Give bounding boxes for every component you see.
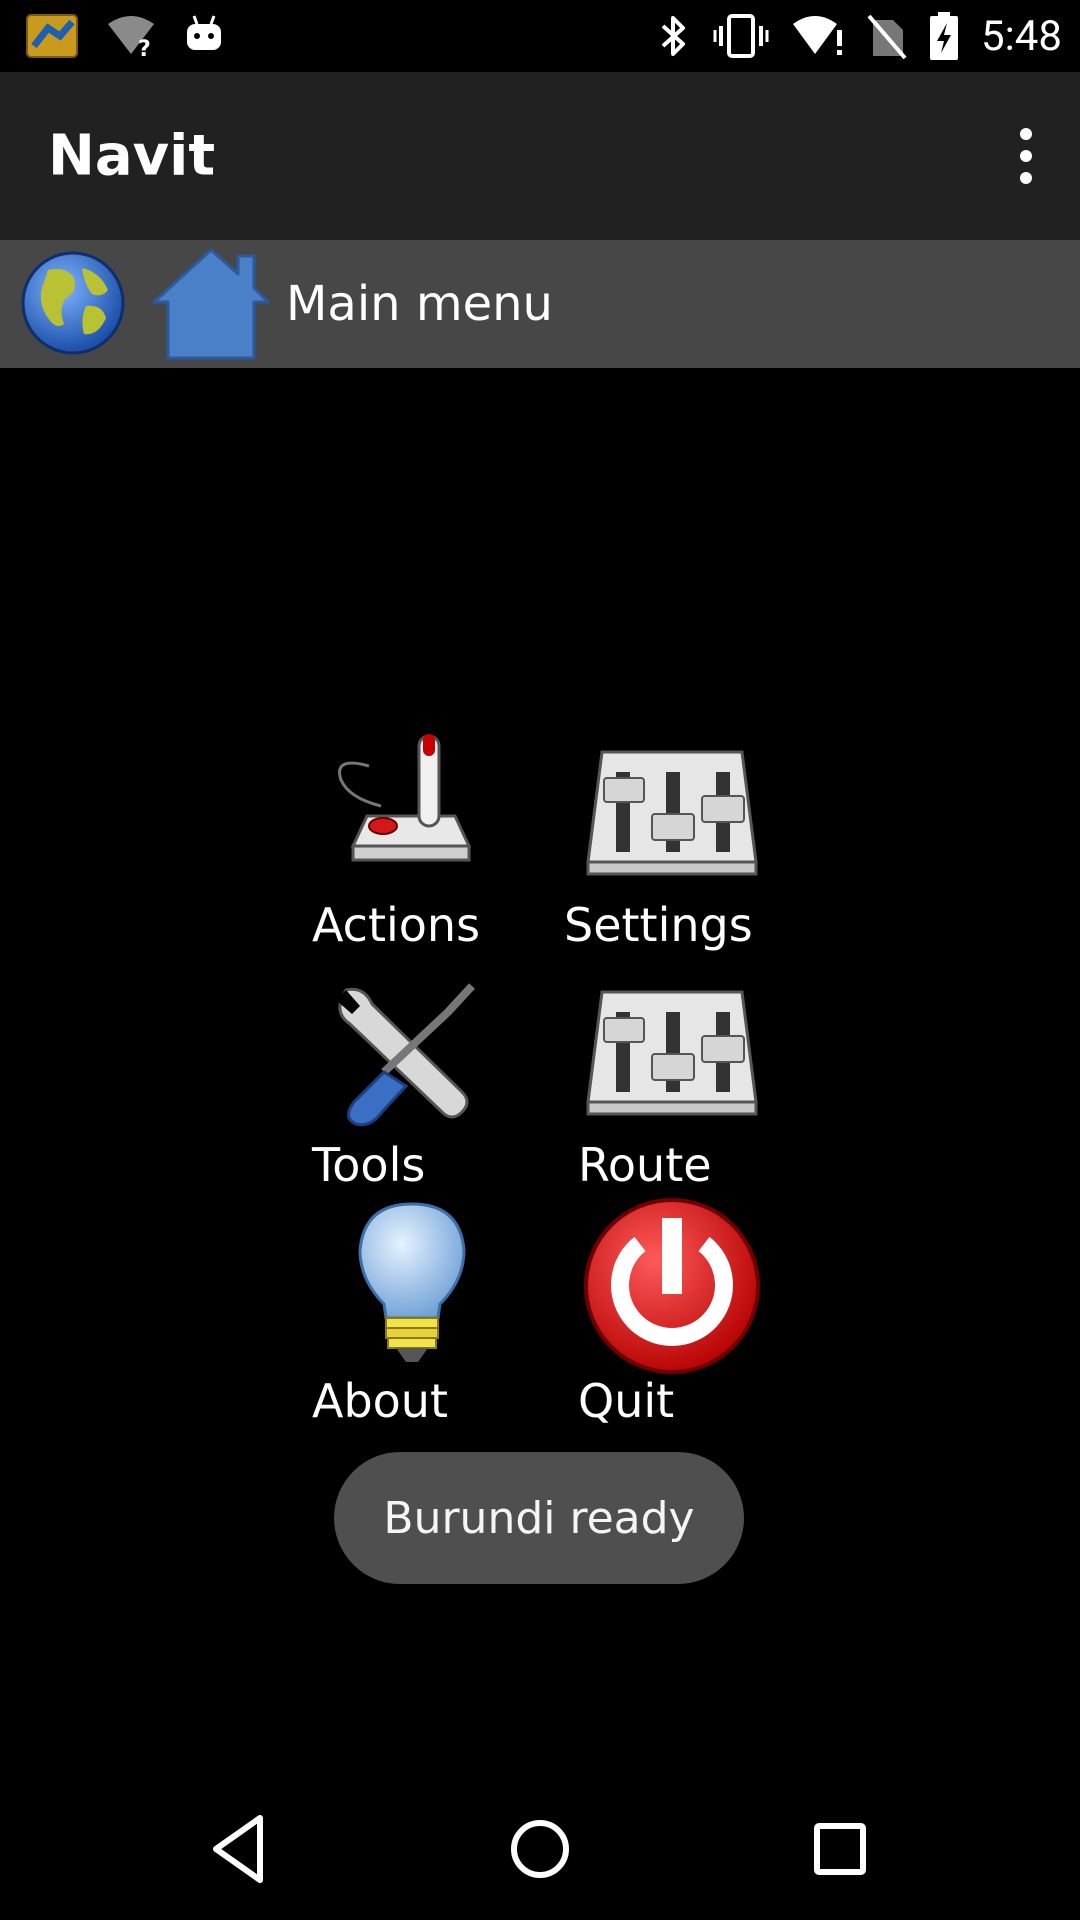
overflow-dot [1020,150,1032,162]
tools-icon [336,983,475,1127]
menu-item-tools[interactable]: Tools [308,968,548,1196]
status-time: 5:48 [981,11,1062,61]
menu-item-label: Settings [564,898,753,952]
home-icon[interactable] [150,246,272,362]
mixer-icon [586,990,758,1116]
menu-item-about[interactable]: About [308,1200,548,1430]
vibrate-icon [713,14,769,58]
back-icon[interactable] [196,1804,286,1894]
status-right: 5:48 [657,8,1062,64]
menu-item-label: Actions [312,898,481,952]
menu-item-label: Tools [312,1138,426,1192]
overflow-dot [1020,128,1032,140]
overflow-dot [1020,172,1032,184]
navigation-bar [0,1776,1080,1920]
menu-item-label: Quit [578,1374,675,1428]
wifi-unknown-icon: ? [108,16,154,58]
status-bar: ? 5:48 [0,0,1080,72]
lightbulb-icon [358,1202,466,1362]
more-vert-icon[interactable] [1002,120,1050,192]
android-debug-icon [187,15,221,50]
bluetooth-icon [661,16,685,56]
menu-item-actions[interactable]: Actions [308,726,548,956]
menu-title: Main menu [286,276,553,332]
svg-text:?: ? [138,37,151,58]
status-left: ? [26,12,224,60]
joystick-icon [338,734,472,862]
battery-charging-icon [930,12,958,60]
menu-item-label: Route [578,1138,712,1192]
no-sim-icon [867,14,907,60]
menu-item-quit[interactable]: Quit [560,1196,800,1430]
menu-item-route[interactable]: Route [560,968,800,1196]
globe-icon[interactable] [18,248,128,358]
menu-item-settings[interactable]: Settings [560,726,800,956]
home-nav-icon[interactable] [495,1804,585,1894]
wifi-warning-icon [793,16,842,55]
recents-icon[interactable] [795,1804,885,1894]
menu-item-label: About [312,1374,449,1428]
power-icon [584,1198,760,1374]
app-bar: Navit [0,72,1080,240]
navit-header: Main menu [0,240,1080,368]
navit-app-icon [26,14,78,58]
toast-message: Burundi ready [334,1452,744,1584]
mixer-icon [586,750,758,876]
app-title: Navit [48,123,216,189]
